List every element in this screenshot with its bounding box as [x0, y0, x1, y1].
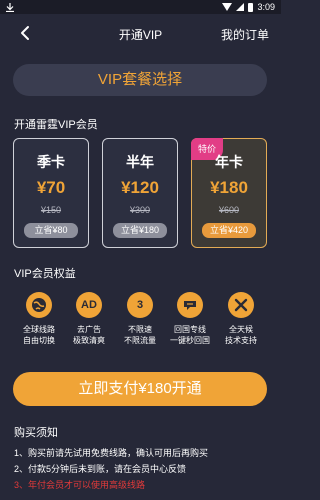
plan-price: ¥120	[121, 178, 159, 197]
nav-bar: 开通VIP 我的订单	[0, 14, 281, 52]
status-bar: 3:09	[0, 0, 281, 14]
benefit-item: 回国专线 一键秒回国	[162, 292, 218, 346]
ad-glyph: AD	[81, 299, 97, 311]
back-arrow-icon[interactable]	[18, 25, 34, 41]
notice-line: 2、付款5分钟后未到账，请在会员中心反馈	[14, 464, 187, 474]
plan-original-price: ¥150	[40, 205, 62, 215]
plan-card-quarter[interactable]: 季卡 ¥70 ¥150 立省¥80	[13, 138, 89, 248]
my-orders-link[interactable]: 我的订单	[221, 26, 269, 43]
benefit-item: 全球线路 自由切换	[11, 292, 67, 346]
benefit-item: AD 去广告 极致清爽	[61, 292, 117, 346]
plan-name: 半年	[126, 154, 154, 170]
benefit-line2: 一键秒回国	[170, 336, 210, 345]
status-time: 3:09	[257, 2, 275, 12]
benefit-line1: 全球线路	[23, 325, 55, 334]
benefit-line1: 去广告	[77, 325, 101, 334]
download-icon	[6, 2, 14, 12]
membership-title: 开通雷霆VIP会员	[14, 119, 98, 131]
notice-line: 1、购买前请先试用免费线路，确认可用后再购买	[14, 448, 209, 458]
tools-icon	[228, 292, 254, 318]
plan-save-badge: 立省¥420	[202, 223, 256, 238]
wifi-icon	[222, 3, 233, 11]
plan-card-half-year[interactable]: 半年 ¥120 ¥300 立省¥180	[102, 138, 178, 248]
benefit-line2: 不限流量	[124, 336, 156, 345]
benefit-line2: 极致清爽	[73, 336, 105, 345]
plan-price: ¥70	[36, 178, 66, 197]
signal-icon	[236, 3, 245, 11]
benefit-item: 3 不限速 不限流量	[112, 292, 168, 346]
plan-card-year[interactable]: 特价 年卡 ¥180 ¥600 立省¥420	[191, 138, 267, 248]
plan-save-badge: 立省¥80	[24, 223, 78, 238]
globe-icon	[26, 292, 52, 318]
benefit-line1: 不限速	[128, 325, 152, 334]
benefit-line1: 全天候	[229, 325, 253, 334]
plan-name: 季卡	[37, 154, 65, 170]
benefits-title: VIP会员权益	[14, 268, 76, 280]
pay-button[interactable]: 立即支付¥180开通	[13, 372, 267, 406]
benefit-line2: 技术支持	[225, 336, 257, 345]
plan-original-price: ¥300	[129, 205, 151, 215]
benefit-item: 全天候 技术支持	[213, 292, 269, 346]
plan-original-price: ¥600	[218, 205, 240, 215]
plan-price: ¥180	[210, 178, 248, 197]
speed-limit-icon: 3	[127, 292, 153, 318]
plan-save-badge: 立省¥180	[113, 223, 167, 238]
plan-name: 年卡	[215, 154, 243, 170]
speed-glyph: 3	[136, 299, 144, 311]
battery-icon	[248, 2, 254, 12]
benefit-line2: 自由切换	[23, 336, 55, 345]
notice-title: 购买须知	[14, 427, 58, 439]
benefit-line1: 回国专线	[174, 325, 206, 334]
chat-return-icon	[177, 292, 203, 318]
benefits-list: 全球线路 自由切换 AD 去广告 极致清爽 3 不限速 不限流量 回国专线 一键…	[0, 292, 281, 352]
ad-block-icon: AD	[76, 292, 102, 318]
notice-line-warning: 3、年付会员才可以使用高级线路	[14, 480, 146, 490]
plan-select-header: VIP套餐选择	[13, 64, 267, 96]
